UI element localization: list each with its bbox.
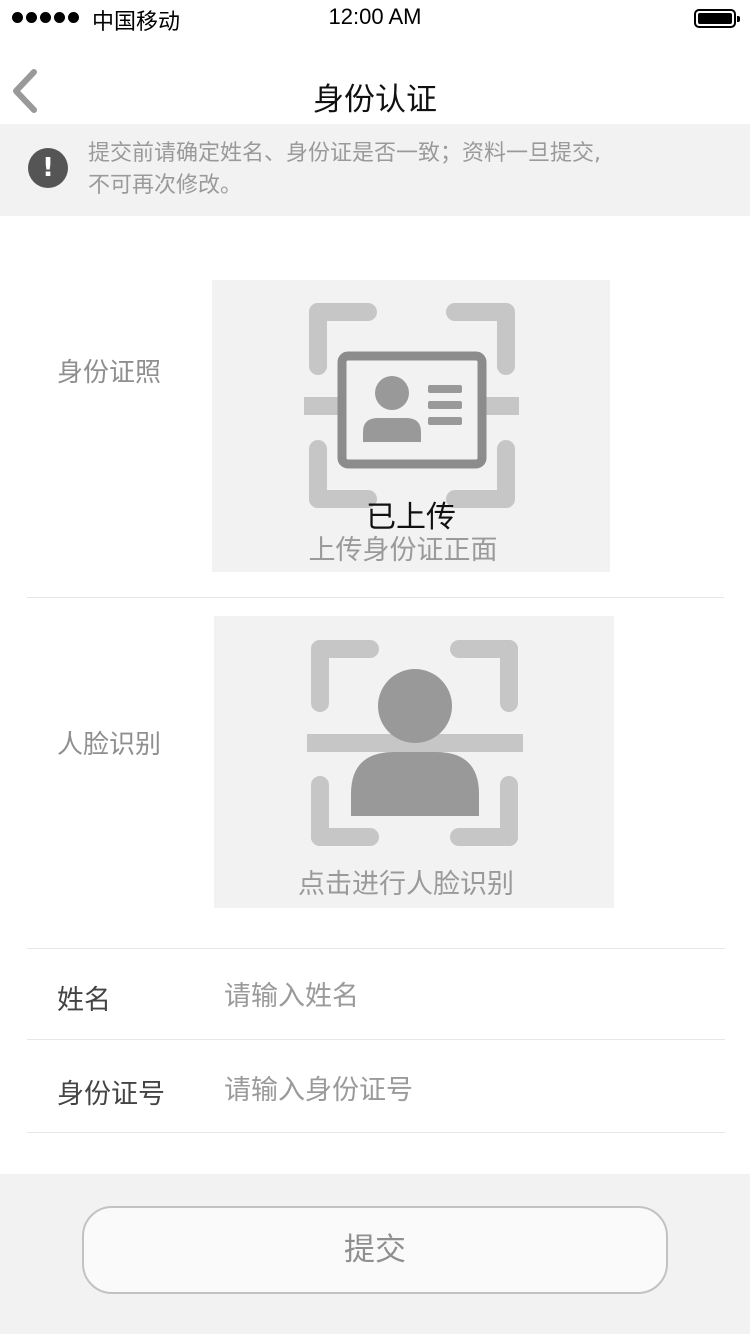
id-photo-label: 身份证照 (57, 358, 162, 388)
battery-icon (694, 9, 740, 28)
name-input[interactable] (224, 974, 704, 1018)
divider (27, 948, 725, 949)
submit-button[interactable]: 提交 (82, 1206, 668, 1294)
divider (27, 1132, 725, 1133)
id-photo-caption: 上传身份证正面 (308, 535, 498, 566)
nav-bar: 身份认证 (0, 36, 750, 124)
identity-verification-page: 中国移动 12:00 AM 身份认证 ! 提交前请确定姓名、身份证是否一致；资料… (0, 0, 750, 1334)
id-number-input[interactable] (224, 1068, 704, 1112)
face-recognition-box[interactable]: 点击进行人脸识别 (214, 616, 614, 908)
page-title: 身份认证 (313, 82, 437, 118)
notice-line-2: 不可再次修改。 (88, 173, 243, 198)
id-photo-upload-box[interactable]: 已上传 上传身份证正面 (212, 280, 610, 572)
notice-line-1: 提交前请确定姓名、身份证是否一致；资料一旦提交, (88, 141, 601, 166)
face-caption: 点击进行人脸识别 (298, 869, 514, 900)
status-bar: 中国移动 12:00 AM (0, 0, 750, 36)
divider (27, 597, 724, 598)
notice-text: 提交前请确定姓名、身份证是否一致；资料一旦提交, 不可再次修改。 (88, 138, 688, 202)
id-number-label: 身份证号 (57, 1079, 165, 1110)
notice-banner: ! 提交前请确定姓名、身份证是否一致；资料一旦提交, 不可再次修改。 (0, 124, 750, 216)
name-label: 姓名 (57, 985, 111, 1016)
status-time: 12:00 AM (328, 4, 422, 29)
footer: 提交 (0, 1174, 750, 1334)
exclamation-icon: ! (28, 148, 68, 188)
divider (27, 1039, 725, 1040)
face-recognition-label: 人脸识别 (57, 730, 162, 760)
